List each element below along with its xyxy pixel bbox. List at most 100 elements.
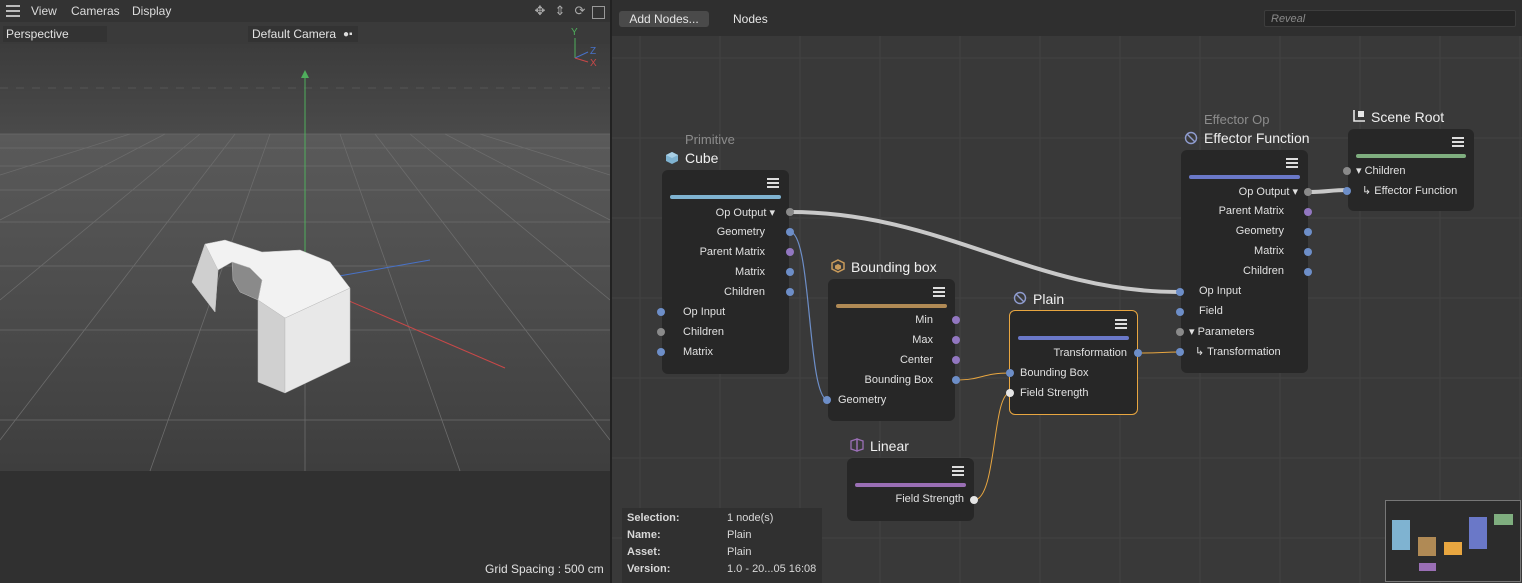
hamburger-menu-icon[interactable] xyxy=(6,5,20,17)
plain-in-field-strength[interactable]: Field Strength xyxy=(1020,387,1088,399)
cube-out-geometry[interactable]: Geometry xyxy=(717,226,765,238)
cube-out-children[interactable]: Children xyxy=(724,286,765,298)
port-dot[interactable] xyxy=(1304,268,1312,276)
port-dot[interactable] xyxy=(952,316,960,324)
menu-cameras[interactable]: Cameras xyxy=(71,4,120,18)
scene-root-node-menu-icon[interactable] xyxy=(1452,137,1464,147)
plain-out-transformation[interactable]: Transformation xyxy=(1053,347,1127,359)
node-editor[interactable]: Add Nodes... Nodes Reveal Primitive Cube… xyxy=(612,0,1522,583)
bbox-out-center[interactable]: Center xyxy=(900,354,933,366)
menu-view[interactable]: View xyxy=(31,4,57,18)
linear-node-menu-icon[interactable] xyxy=(952,466,964,476)
port-dot[interactable] xyxy=(1134,349,1142,357)
plain-title: Plain xyxy=(1033,291,1065,307)
cube-icon xyxy=(666,152,678,164)
cube-out-matrix[interactable]: Matrix xyxy=(735,266,765,278)
bbox-in-geometry[interactable]: Geometry xyxy=(838,394,886,406)
3d-viewport[interactable]: Y Z X View Cameras Display ✥ ⇕ ⟳ Perspec… xyxy=(0,0,612,583)
minimap-scene-root xyxy=(1494,514,1513,525)
menu-display[interactable]: Display xyxy=(132,4,171,18)
linear-node[interactable]: Field Strength xyxy=(847,458,974,521)
wire-geometry xyxy=(789,231,829,401)
scene-root-color-bar xyxy=(1356,154,1466,158)
effector-out-matrix[interactable]: Matrix xyxy=(1254,245,1284,257)
minimap-plain xyxy=(1444,542,1462,555)
move-view-icon[interactable]: ✥ xyxy=(532,3,548,19)
bounding-box-icon xyxy=(831,259,845,273)
cube-out-parent-matrix[interactable]: Parent Matrix xyxy=(700,246,765,258)
port-dot[interactable] xyxy=(1343,187,1351,195)
port-dot[interactable] xyxy=(1304,248,1312,256)
effector-out-parent-matrix[interactable]: Parent Matrix xyxy=(1219,205,1284,217)
effector-out-children[interactable]: Children xyxy=(1243,265,1284,277)
effector-in-parameters[interactable]: ▾ Parameters xyxy=(1189,325,1254,338)
port-dot[interactable] xyxy=(1176,288,1184,296)
minimap-linear xyxy=(1419,563,1436,571)
effector-in-op-input[interactable]: Op Input xyxy=(1199,285,1241,297)
linear-field-icon xyxy=(850,438,864,452)
effector-out-geometry[interactable]: Geometry xyxy=(1236,225,1284,237)
port-dot[interactable] xyxy=(952,376,960,384)
bbox-out-min[interactable]: Min xyxy=(915,314,933,326)
scene-root-icon xyxy=(1353,110,1365,122)
gizmo-z-label: Z xyxy=(590,46,597,57)
wire-bounding-box xyxy=(955,372,1011,381)
linear-out-field-strength[interactable]: Field Strength xyxy=(896,493,964,505)
port-dot[interactable] xyxy=(1176,348,1184,356)
maximize-view-icon[interactable] xyxy=(592,6,605,19)
effector-category: Effector Op xyxy=(1204,112,1270,127)
port-dot[interactable] xyxy=(1304,228,1312,236)
node-minimap[interactable] xyxy=(1385,500,1521,582)
cube-in-children[interactable]: Children xyxy=(683,326,724,338)
scene-root-in-children[interactable]: ▾ Children xyxy=(1356,164,1406,177)
effector-in-transformation[interactable]: ↳ Transformation xyxy=(1195,345,1281,358)
port-dot[interactable] xyxy=(1304,208,1312,216)
view-mode-label: Perspective xyxy=(6,27,69,41)
info-label-selection: Selection: xyxy=(627,512,680,524)
plain-in-bounding-box[interactable]: Bounding Box xyxy=(1020,367,1089,379)
effector-node-menu-icon[interactable] xyxy=(1286,158,1298,168)
bounding-box-node[interactable]: Min Max Center Bounding Box Geometry xyxy=(828,279,955,421)
info-label-version: Version: xyxy=(627,563,671,575)
effector-in-field[interactable]: Field xyxy=(1199,305,1223,317)
port-dot[interactable] xyxy=(657,328,665,336)
port-dot[interactable] xyxy=(952,336,960,344)
port-dot[interactable] xyxy=(1006,389,1014,397)
port-dot[interactable] xyxy=(1176,308,1184,316)
port-dot[interactable] xyxy=(952,356,960,364)
cube-in-op-input[interactable]: Op Input xyxy=(683,306,725,318)
minimap-bbox xyxy=(1418,537,1436,556)
effector-function-node[interactable]: Op Output ▾ Parent Matrix Geometry Matri… xyxy=(1181,150,1308,373)
plain-node-menu-icon[interactable] xyxy=(1115,319,1127,329)
port-dot[interactable] xyxy=(786,268,794,276)
port-dot[interactable] xyxy=(786,248,794,256)
bounding-box-node-menu-icon[interactable] xyxy=(933,287,945,297)
port-dot[interactable] xyxy=(823,396,831,404)
port-dot[interactable] xyxy=(970,496,978,504)
port-dot[interactable] xyxy=(1006,369,1014,377)
rotate-view-icon[interactable]: ⟳ xyxy=(572,3,588,19)
linear-color-bar xyxy=(855,483,966,487)
port-dot[interactable] xyxy=(1343,167,1351,175)
cube-node-menu-icon[interactable] xyxy=(767,178,779,188)
plain-node[interactable]: Transformation Bounding Box Field Streng… xyxy=(1009,310,1138,415)
cube-in-matrix[interactable]: Matrix xyxy=(683,346,713,358)
bounding-box-color-bar xyxy=(836,304,947,308)
scene-root-in-effector-function[interactable]: ↳ Effector Function xyxy=(1362,184,1457,197)
port-dot[interactable] xyxy=(1304,188,1312,196)
scene-root-node[interactable]: ▾ Children ↳ Effector Function xyxy=(1348,129,1474,211)
cube-color-bar xyxy=(670,195,781,199)
effector-color-bar xyxy=(1189,175,1300,179)
port-dot[interactable] xyxy=(786,288,794,296)
bbox-out-max[interactable]: Max xyxy=(912,334,933,346)
cube-out-op-output[interactable]: Op Output ▾ xyxy=(716,206,775,219)
port-dot[interactable] xyxy=(786,208,794,216)
dolly-view-icon[interactable]: ⇕ xyxy=(552,3,568,19)
port-dot[interactable] xyxy=(786,228,794,236)
effector-out-op-output[interactable]: Op Output ▾ xyxy=(1239,185,1298,198)
cube-node[interactable]: Op Output ▾ Geometry Parent Matrix Matri… xyxy=(662,170,789,374)
port-dot[interactable] xyxy=(1176,328,1184,336)
port-dot[interactable] xyxy=(657,308,665,316)
bbox-out-bounding-box[interactable]: Bounding Box xyxy=(865,374,934,386)
port-dot[interactable] xyxy=(657,348,665,356)
